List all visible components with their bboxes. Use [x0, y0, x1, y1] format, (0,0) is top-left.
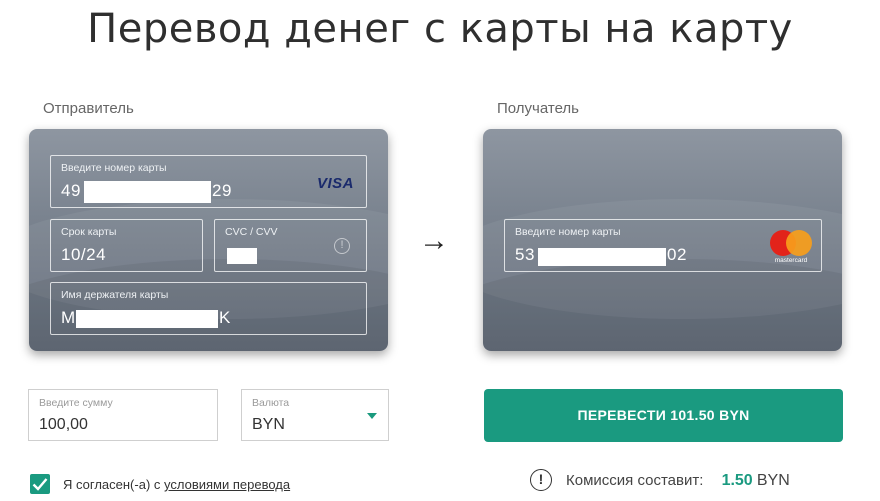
cvc-field[interactable]: CVC / CVV !: [214, 219, 367, 272]
receiver-card-number-field[interactable]: Введите номер карты 53 02 mastercard: [504, 219, 822, 272]
cvc-label: CVC / CVV: [225, 226, 278, 238]
commission-currency: BYN: [756, 472, 790, 489]
amount-input[interactable]: Введите сумму 100,00: [28, 389, 218, 441]
page-title: Перевод денег с карты на карту: [87, 6, 793, 52]
currency-select[interactable]: Валюта BYN: [241, 389, 389, 441]
mastercard-logo: mastercard: [769, 230, 813, 266]
redaction-mask: [538, 248, 666, 266]
check-icon: [32, 478, 48, 491]
redaction-mask: [227, 248, 257, 264]
holder-field[interactable]: Имя держателя карты M K: [50, 282, 367, 335]
expiry-value: 10/24: [61, 245, 107, 264]
visa-logo: VISA: [317, 175, 355, 192]
arrow-right-icon: →: [419, 224, 449, 257]
receiver-card-number-label: Введите номер карты: [515, 226, 621, 238]
info-icon: !: [530, 469, 552, 491]
expiry-field[interactable]: Срок карты 10/24: [50, 219, 203, 272]
holder-label: Имя держателя карты: [61, 289, 169, 301]
chevron-down-icon: [367, 413, 377, 419]
sender-card: Введите номер карты 49 29 VISA Срок карт…: [29, 129, 388, 351]
receiver-label: Получатель: [497, 100, 579, 117]
receiver-card-number-prefix: 53: [515, 245, 535, 264]
currency-value: BYN: [252, 416, 285, 433]
terms-link[interactable]: условиями перевода: [164, 477, 290, 492]
agreement-checkbox[interactable]: [30, 474, 50, 494]
agreement-prefix: Я согласен(-а) с: [63, 477, 161, 492]
sender-card-number-label: Введите номер карты: [61, 162, 167, 174]
info-icon[interactable]: !: [334, 238, 350, 254]
currency-label: Валюта: [252, 397, 290, 409]
transfer-button[interactable]: ПЕРЕВЕСТИ 101.50 BYN: [484, 389, 843, 442]
amount-label: Введите сумму: [39, 397, 113, 409]
amount-value: 100,00: [39, 416, 88, 433]
receiver-card-number-suffix: 02: [667, 245, 687, 264]
sender-card-number-prefix: 49: [61, 181, 81, 200]
agreement-text: Я согласен(-а) с условиями перевода: [63, 477, 290, 492]
mastercard-label: mastercard: [774, 257, 808, 264]
sender-label: Отправитель: [43, 100, 134, 117]
commission-amount: 1.50: [721, 472, 753, 489]
redaction-mask: [84, 181, 211, 203]
expiry-label: Срок карты: [61, 226, 117, 238]
sender-card-number-field[interactable]: Введите номер карты 49 29 VISA: [50, 155, 367, 208]
commission-info: Комиссия составит: 1.50 BYN: [566, 472, 790, 490]
sender-card-number-suffix: 29: [212, 181, 232, 200]
receiver-card: Введите номер карты 53 02 mastercard: [483, 129, 842, 351]
redaction-mask: [76, 310, 218, 328]
holder-suffix: K: [219, 308, 231, 327]
holder-prefix: M: [61, 308, 76, 327]
commission-label: Комиссия составит:: [566, 472, 704, 489]
